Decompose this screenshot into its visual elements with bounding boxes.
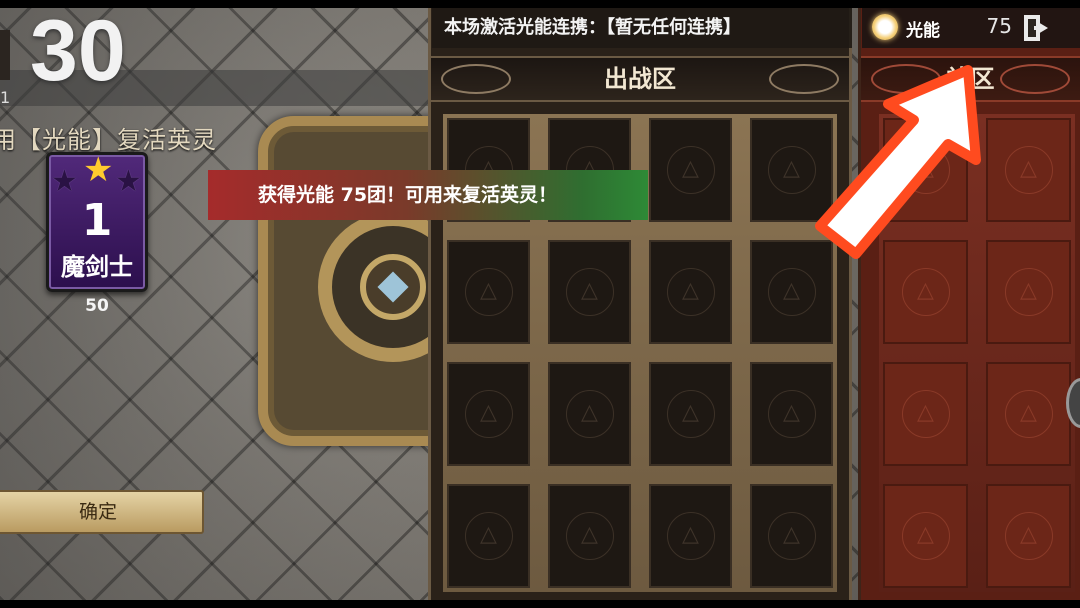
grid-slot[interactable]: △: [447, 484, 530, 588]
confirm-button[interactable]: 确定: [0, 490, 204, 534]
slot-sigil-icon: △: [565, 390, 614, 438]
ornament-icon: [441, 64, 511, 94]
exit-icon[interactable]: [1022, 12, 1052, 44]
grid-slot[interactable]: △: [883, 484, 968, 588]
slot-sigil-icon: △: [464, 268, 513, 316]
slot-sigil-icon: △: [666, 390, 715, 438]
slot-sigil-icon: △: [767, 268, 816, 316]
grid-slot[interactable]: △: [750, 484, 833, 588]
slot-sigil-icon: △: [1004, 268, 1053, 316]
sun-icon: [872, 14, 898, 40]
grid-slot[interactable]: △: [447, 240, 530, 344]
grid-slot[interactable]: △: [649, 118, 732, 222]
hero-level: 1: [81, 195, 113, 246]
grid-slot[interactable]: △: [649, 240, 732, 344]
grid-slot[interactable]: △: [548, 240, 631, 344]
slot-sigil-icon: △: [464, 512, 513, 560]
slot-sigil-icon: △: [1004, 512, 1053, 560]
grid-slot[interactable]: △: [750, 362, 833, 466]
energy-panel: 光能 75: [862, 8, 1080, 48]
energy-label: 光能: [906, 21, 940, 41]
link-status-bar: 本场激活光能连携：【暂无任何连携】: [432, 8, 852, 48]
battle-zone-header: 出战区: [431, 56, 849, 102]
energy-value: 75: [986, 14, 1012, 38]
slot-sigil-icon: △: [767, 512, 816, 560]
grid-slot[interactable]: △: [649, 362, 732, 466]
hero-card[interactable]: ★ ★ ★ 1 魔剑士: [46, 152, 148, 292]
grid-slot[interactable]: △: [548, 484, 631, 588]
star-empty-icon: ★: [115, 164, 142, 199]
slot-sigil-icon: △: [1004, 390, 1053, 438]
grid-slot[interactable]: △: [883, 362, 968, 466]
grid-slot[interactable]: △: [986, 362, 1071, 466]
slot-sigil-icon: △: [901, 390, 950, 438]
hero-name: 魔剑士: [61, 253, 133, 281]
grid-slot[interactable]: △: [548, 362, 631, 466]
sub-counter: 1: [0, 88, 11, 107]
battle-zone-title: 出战区: [604, 65, 676, 93]
slot-sigil-icon: △: [565, 512, 614, 560]
grid-slot[interactable]: △: [447, 362, 530, 466]
grid-slot[interactable]: △: [649, 484, 732, 588]
slot-sigil-icon: △: [767, 390, 816, 438]
game-stage: 30 1 用【光能】复活英灵 ★ ★ ★ 1 魔剑士 50 确定 出战区 △ △ △…: [0, 8, 1080, 600]
slot-sigil-icon: △: [767, 146, 816, 194]
star-empty-icon: ★: [51, 164, 78, 199]
slot-sigil-icon: △: [666, 146, 715, 194]
slot-sigil-icon: △: [901, 512, 950, 560]
toast-message: 获得光能 75团！可用来复活英灵！: [208, 170, 648, 220]
slot-sigil-icon: △: [901, 268, 950, 316]
battle-zone: 出战区 △ △ △ △ △ △ △ △ △ △ △ △ △ △ △ △: [428, 8, 852, 600]
countdown-counter: 30: [30, 8, 126, 99]
star-filled-icon: ★: [83, 150, 114, 190]
pointer-arrow-icon: [815, 65, 981, 259]
slot-sigil-icon: △: [464, 390, 513, 438]
ornament-icon: [1000, 64, 1070, 94]
slot-sigil-icon: △: [666, 512, 715, 560]
slot-sigil-icon: △: [1004, 146, 1053, 194]
hero-cost: 50: [85, 296, 109, 316]
back-tab[interactable]: [0, 30, 10, 80]
slot-sigil-icon: △: [565, 268, 614, 316]
grid-slot[interactable]: △: [986, 484, 1071, 588]
slot-sigil-icon: △: [666, 268, 715, 316]
